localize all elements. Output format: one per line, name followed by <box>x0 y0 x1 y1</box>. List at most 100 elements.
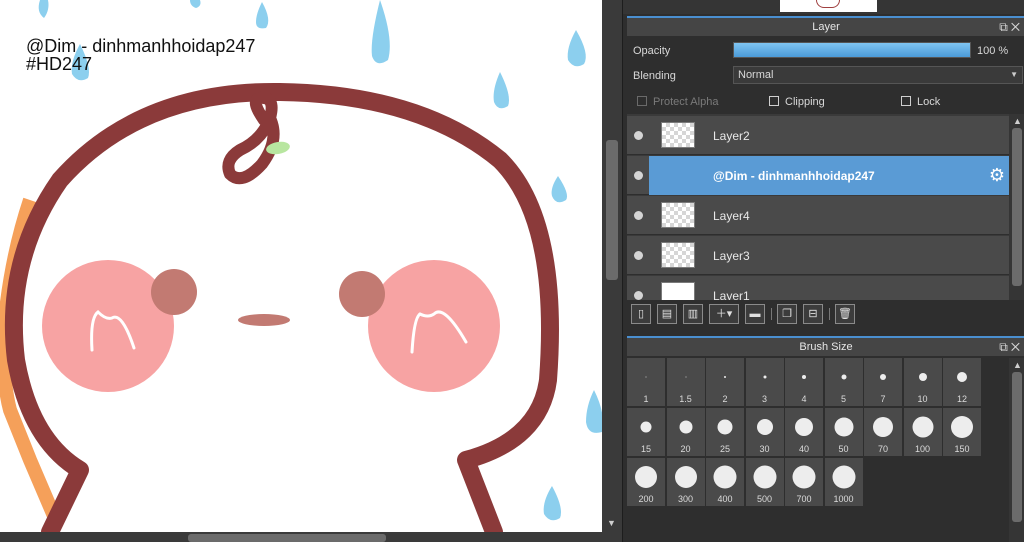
lock-checkbox[interactable]: Lock <box>901 96 940 108</box>
checkbox-box <box>769 96 779 106</box>
brush-preview-dot <box>873 417 893 437</box>
scroll-up-arrow-icon[interactable]: ▲ <box>1013 116 1022 126</box>
brush-size-label: 40 <box>798 444 809 454</box>
navigator-strip <box>623 0 1024 14</box>
brush-preview-dot <box>685 376 686 378</box>
visibility-eye-icon[interactable] <box>634 291 643 300</box>
brush-size-item[interactable]: 300 <box>666 458 705 506</box>
brush-preview-dot <box>957 372 967 382</box>
trash-icon[interactable]: 🗑 <box>835 304 855 324</box>
brush-size-item[interactable]: 10 <box>903 358 942 406</box>
duplicate-layer-icon[interactable]: ❐ <box>777 304 797 324</box>
new-halftone-layer-icon[interactable]: ▤ <box>657 304 677 324</box>
brush-size-item[interactable]: 12 <box>943 358 981 406</box>
add-layer-dropdown-icon[interactable]: ＋▾ <box>709 304 739 324</box>
visibility-eye-icon[interactable] <box>634 251 643 260</box>
canvas-horizontal-scrollbar[interactable] <box>0 532 602 542</box>
layer-row-layer2[interactable]: Layer2 <box>627 116 1009 155</box>
new-1bit-layer-icon[interactable]: ▥ <box>683 304 703 324</box>
canvas-vertical-scrollbar[interactable]: ▼ <box>602 0 622 542</box>
brush-size-item[interactable]: 1 <box>627 358 665 406</box>
brush-preview-dot <box>841 374 846 380</box>
brush-size-label: 400 <box>717 494 733 504</box>
blending-select[interactable]: Normal ▼ <box>733 66 1023 84</box>
protect-alpha-checkbox[interactable]: Protect Alpha <box>637 96 718 108</box>
brush-preview-dot <box>640 421 652 433</box>
brush-preview-dot <box>724 376 726 378</box>
float-window-icon[interactable]: ⧉ <box>999 20 1011 34</box>
layer-row-layer3[interactable]: Layer3 <box>627 236 1009 275</box>
brush-size-label: 1000 <box>833 494 854 504</box>
brush-size-label: 20 <box>680 444 691 454</box>
brush-size-label: 700 <box>796 494 812 504</box>
brush-size-item[interactable]: 50 <box>824 408 863 456</box>
layer-row-layer4[interactable]: Layer4 <box>627 196 1009 235</box>
layer-list-scrollbar[interactable]: ▲ <box>1009 114 1024 300</box>
visibility-eye-icon[interactable] <box>634 211 643 220</box>
brush-size-item[interactable]: 150 <box>943 408 981 456</box>
scroll-up-arrow-icon[interactable]: ▲ <box>1013 360 1022 370</box>
blending-label: Blending <box>633 70 676 82</box>
float-window-icon[interactable]: ⧉ <box>999 340 1011 354</box>
visibility-eye-icon[interactable] <box>634 131 643 140</box>
brush-size-item[interactable]: 1.5 <box>666 358 705 406</box>
scroll-down-arrow-icon[interactable]: ▼ <box>607 518 616 528</box>
brush-size-item[interactable]: 3 <box>745 358 784 406</box>
brush-size-label: 100 <box>914 444 931 454</box>
gear-icon[interactable]: ⚙ <box>989 165 1005 186</box>
brush-size-item[interactable]: 15 <box>627 408 665 456</box>
brush-size-item[interactable]: 1000 <box>824 458 863 506</box>
brush-preview-dot <box>635 466 657 488</box>
navigator-preview[interactable] <box>780 0 877 12</box>
close-icon[interactable]: ✕ <box>1011 340 1023 354</box>
canvas-vertical-scroll-thumb[interactable] <box>606 140 618 280</box>
layer-list: Layer2 @Dim - dinhmanhhoidap247 ⚙ Layer4… <box>627 114 1009 300</box>
brush-size-item[interactable]: 7 <box>864 358 902 406</box>
brush-size-scrollbar[interactable]: ▲ <box>1009 358 1024 542</box>
brush-size-item[interactable]: 4 <box>785 358 823 406</box>
brush-size-label: 500 <box>756 494 773 504</box>
brush-preview-dot <box>792 465 816 489</box>
brush-size-label: 2 <box>722 394 728 404</box>
brush-size-label: 50 <box>838 444 849 454</box>
brush-size-item[interactable]: 30 <box>745 408 784 456</box>
app-window: @Dim - dinhmanhhoidap247 #HD247 ▼ Layer … <box>0 0 1024 542</box>
brush-size-grid: 1 1.5 2 3 4 5 7 10 12 15 20 25 30 40 50 70 100 150 200 300 4… <box>627 358 1003 542</box>
brush-preview-dot <box>795 418 813 436</box>
brush-size-scroll-thumb[interactable] <box>1012 372 1022 522</box>
brush-size-item[interactable]: 700 <box>785 458 823 506</box>
brush-preview-dot <box>713 465 737 489</box>
brush-size-item[interactable]: 20 <box>666 408 705 456</box>
brush-size-item[interactable]: 5 <box>824 358 863 406</box>
folder-icon[interactable]: ▬ <box>745 304 765 324</box>
brush-size-label: 1.5 <box>679 394 692 404</box>
merge-layer-icon[interactable]: ⊟ <box>803 304 823 324</box>
opacity-slider[interactable] <box>733 42 971 58</box>
brush-size-item[interactable]: 2 <box>706 358 744 406</box>
clipping-checkbox[interactable]: Clipping <box>769 96 825 108</box>
brush-preview-dot <box>645 376 647 378</box>
visibility-eye-icon[interactable] <box>634 171 643 180</box>
layer-row-layer1[interactable]: Layer1 <box>627 276 1009 300</box>
canvas-horizontal-scroll-thumb[interactable] <box>188 534 386 542</box>
layer-row-text-layer[interactable]: @Dim - dinhmanhhoidap247 ⚙ <box>627 156 1009 195</box>
brush-size-label: 25 <box>719 444 730 454</box>
brush-size-item[interactable]: 70 <box>864 408 902 456</box>
close-icon[interactable]: ✕ <box>1011 20 1023 34</box>
brush-size-item[interactable]: 200 <box>627 458 665 506</box>
brush-size-item[interactable]: 25 <box>706 408 744 456</box>
layer-panel-header: Layer ⧉✕ <box>627 16 1024 36</box>
lock-label: Lock <box>917 96 941 108</box>
brush-size-item[interactable]: 400 <box>706 458 744 506</box>
brush-size-item[interactable]: 40 <box>785 408 823 456</box>
layer-name: Layer2 <box>713 129 750 143</box>
layer-name: Layer4 <box>713 209 750 223</box>
brush-size-item[interactable]: 500 <box>745 458 784 506</box>
brush-size-label: 150 <box>954 444 970 454</box>
layer-list-scroll-thumb[interactable] <box>1012 128 1022 286</box>
right-eye <box>339 271 385 317</box>
drawing-canvas[interactable]: @Dim - dinhmanhhoidap247 #HD247 <box>0 0 602 532</box>
brush-size-item[interactable]: 100 <box>903 408 942 456</box>
layer-thumbnail <box>661 242 695 268</box>
new-layer-icon[interactable]: ▯ <box>631 304 651 324</box>
